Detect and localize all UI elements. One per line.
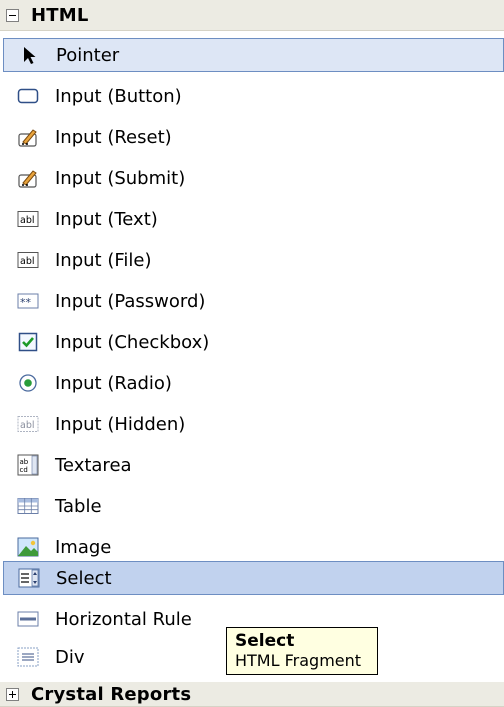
button-icon [17,85,39,107]
item-label: Input (Submit) [55,167,186,189]
toolbox-item-input-button[interactable]: Input (Button) [3,79,504,113]
password-icon: ** [17,290,39,312]
item-label: Table [55,495,102,517]
toolbox-item-pointer[interactable]: Pointer [3,38,504,72]
toolbox-item-input-text[interactable]: abl Input (Text) [3,202,504,236]
item-label: Pointer [56,44,120,66]
item-label: Input (Password) [55,290,206,312]
item-label: Input (Radio) [55,372,172,394]
div-icon [17,646,39,668]
form-edit-icon [17,126,39,148]
svg-text:**: ** [20,296,32,309]
item-label: Select [56,567,112,589]
image-icon [17,536,39,558]
tooltip-title: Select [235,631,295,651]
form-edit-icon [17,167,39,189]
item-label: Input (Text) [55,208,158,230]
pointer-icon [18,44,40,66]
group-header-html[interactable]: HTML [0,0,504,31]
svg-text:abl: abl [20,420,35,431]
horizontal-rule-icon [17,608,39,630]
tooltip: Select HTML Fragment [226,627,378,675]
select-listbox-icon [18,567,40,589]
group-title: HTML [31,4,89,26]
radio-icon [17,372,39,394]
item-label: Input (Checkbox) [55,331,210,353]
item-label: Input (File) [55,249,152,271]
svg-text:cd: cd [20,466,28,474]
item-label: Div [55,646,85,668]
svg-text:abl: abl [20,215,35,226]
textbox-icon: abl [17,208,39,230]
item-label: Horizontal Rule [55,608,192,630]
collapse-icon[interactable] [6,8,19,22]
group-title: Crystal Reports [31,683,192,705]
table-icon [17,495,39,517]
item-label: Input (Hidden) [55,413,186,435]
item-label: Input (Reset) [55,126,172,148]
item-label: Image [55,536,112,558]
toolbox-item-input-submit[interactable]: Input (Submit) [3,161,504,195]
toolbox-item-input-hidden[interactable]: abl Input (Hidden) [3,407,504,441]
toolbox-item-input-reset[interactable]: Input (Reset) [3,120,504,154]
toolbox-item-select[interactable]: Select [3,561,504,595]
checkbox-icon [17,331,39,353]
toolbox-item-image[interactable]: Image [3,530,504,564]
item-label: Textarea [55,454,132,476]
svg-text:ab: ab [20,458,29,466]
hidden-field-icon: abl [17,413,39,435]
textbox-icon: abl [17,249,39,271]
toolbox-item-input-password[interactable]: ** Input (Password) [3,284,504,318]
group-header-crystal-reports[interactable]: Crystal Reports [0,682,504,707]
tooltip-subtitle: HTML Fragment [235,651,362,670]
item-label: Input (Button) [55,85,182,107]
toolbox-panel: HTML Pointer Input (Button) Input (Reset… [0,0,504,707]
toolbox-item-input-checkbox[interactable]: Input (Checkbox) [3,325,504,359]
svg-text:abl: abl [20,256,35,267]
toolbox-item-input-radio[interactable]: Input (Radio) [3,366,504,400]
textarea-icon: ab cd [17,454,39,476]
toolbox-item-input-file[interactable]: abl Input (File) [3,243,504,277]
toolbox-item-textarea[interactable]: ab cd Textarea [3,448,504,482]
toolbox-item-table[interactable]: Table [3,489,504,523]
